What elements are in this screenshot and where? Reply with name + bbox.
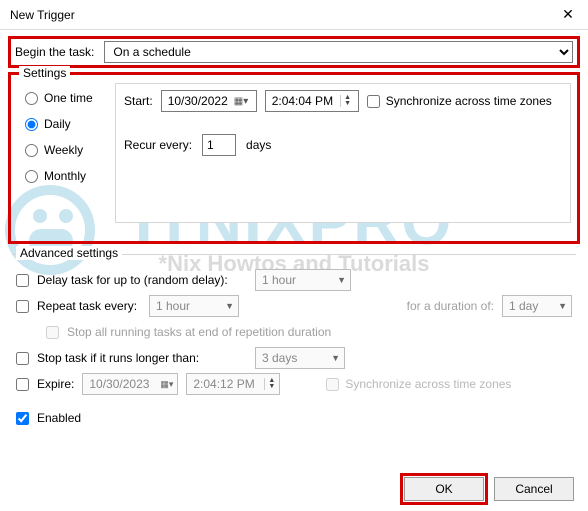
start-label: Start: [124,94,153,108]
delay-label: Delay task for up to (random delay): [37,273,247,287]
settings-group: Settings One time Daily Weekly Monthly S… [8,72,580,244]
chevron-down-icon: ▼ [225,301,234,311]
radio-weekly-input[interactable] [25,144,38,157]
recur-label: Recur every: [124,138,192,152]
sync-timezones-label: Synchronize across time zones [386,94,552,108]
delay-value: 1 hour [262,273,296,287]
repeat-dropdown[interactable]: 1 hour ▼ [149,295,239,317]
expire-sync-label: Synchronize across time zones [345,377,511,391]
calendar-icon: ▦▾ [160,379,173,390]
expire-sync: Synchronize across time zones [326,377,511,391]
repeat-label: Repeat task every: [37,299,141,313]
duration-dropdown[interactable]: 1 day ▼ [502,295,572,317]
start-time-picker[interactable]: 2:04:04 PM ▲▼ [265,90,359,112]
expire-label: Expire: [37,377,74,391]
close-icon: ✕ [562,6,574,23]
radio-one-time-input[interactable] [25,92,38,105]
expire-time-value: 2:04:12 PM [193,377,254,391]
stop-if-dropdown[interactable]: 3 days ▼ [255,347,345,369]
duration-label: for a duration of: [407,299,494,313]
recur-value-input[interactable] [202,134,236,156]
enabled-checkbox[interactable] [16,412,29,425]
title-bar: New Trigger ✕ [0,0,588,30]
repeat-value: 1 hour [156,299,190,313]
duration-value: 1 day [509,299,538,313]
begin-task-row: Begin the task: On a schedule [8,36,580,68]
radio-weekly[interactable]: Weekly [25,143,107,157]
close-button[interactable]: ✕ [548,0,588,30]
chevron-down-icon: ▼ [331,353,340,363]
frequency-radios: One time Daily Weekly Monthly [17,83,107,223]
sync-timezones[interactable]: Synchronize across time zones [367,94,552,108]
repeat-checkbox[interactable] [16,300,29,313]
radio-one-time[interactable]: One time [25,91,107,105]
start-time-value: 2:04:04 PM [272,94,337,108]
begin-task-label: Begin the task: [15,45,94,59]
radio-monthly-label: Monthly [44,169,86,183]
radio-daily[interactable]: Daily [25,117,107,131]
schedule-panel: Start: 10/30/2022 ▦▾ 2:04:04 PM ▲▼ Synch… [115,83,571,223]
radio-monthly-input[interactable] [25,170,38,183]
settings-legend: Settings [19,66,70,80]
chevron-down-icon: ▼ [337,275,346,285]
cancel-button-label: Cancel [515,482,552,496]
ok-button-label: OK [435,482,452,496]
start-date-value: 10/30/2022 [168,94,232,108]
start-date-picker[interactable]: 10/30/2022 ▦▾ [161,90,257,112]
stop-all-label: Stop all running tasks at end of repetit… [67,325,331,339]
ok-button[interactable]: OK [404,477,484,501]
stop-all-checkbox [46,326,59,339]
sync-timezones-checkbox[interactable] [367,95,380,108]
radio-one-time-label: One time [44,91,93,105]
calendar-icon: ▦▾ [232,96,250,107]
expire-date-value: 10/30/2023 [89,377,149,391]
advanced-legend: Advanced settings [16,246,122,260]
expire-date-picker[interactable]: 10/30/2023 ▦▾ [82,373,178,395]
window-title: New Trigger [10,8,548,22]
stop-if-value: 3 days [262,351,297,365]
cancel-button[interactable]: Cancel [494,477,574,501]
radio-monthly[interactable]: Monthly [25,169,107,183]
begin-task-dropdown[interactable]: On a schedule [104,41,573,63]
radio-daily-input[interactable] [25,118,38,131]
time-spinner-icon: ▲▼ [264,378,275,390]
radio-weekly-label: Weekly [44,143,83,157]
time-spinner-icon: ▲▼ [340,95,351,107]
radio-daily-label: Daily [44,117,71,131]
enabled-label: Enabled [37,411,81,425]
delay-dropdown[interactable]: 1 hour ▼ [255,269,351,291]
recur-unit: days [246,138,271,152]
chevron-down-icon: ▼ [558,301,567,311]
stop-if-checkbox[interactable] [16,352,29,365]
expire-sync-checkbox [326,378,339,391]
expire-time-picker[interactable]: 2:04:12 PM ▲▼ [186,373,280,395]
delay-checkbox[interactable] [16,274,29,287]
advanced-settings-group: Advanced settings Delay task for up to (… [12,254,576,435]
stop-if-label: Stop task if it runs longer than: [37,351,247,365]
expire-checkbox[interactable] [16,378,29,391]
dialog-buttons: OK Cancel [404,477,574,501]
